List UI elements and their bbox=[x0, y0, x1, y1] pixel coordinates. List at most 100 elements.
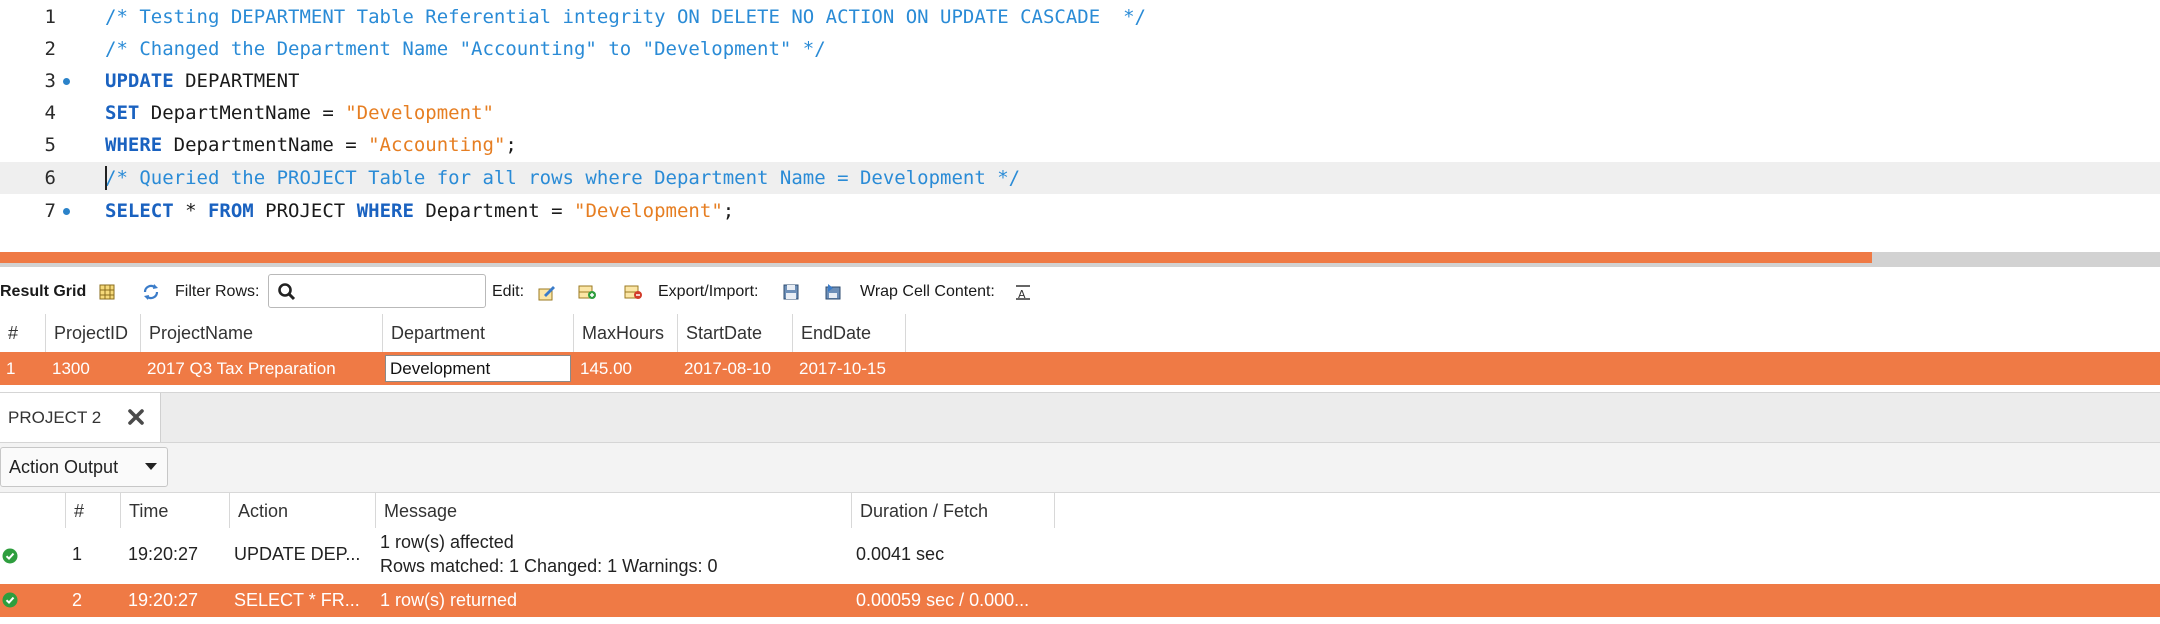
output-message-detail: Rows matched: 1 Changed: 1 Warnings: 0 bbox=[380, 556, 718, 576]
output-type-select[interactable]: Action Output bbox=[0, 447, 168, 487]
column-header[interactable]: # bbox=[0, 314, 46, 352]
output-number: 1 bbox=[72, 544, 83, 564]
column-header[interactable]: EndDate bbox=[793, 314, 906, 352]
table-cell[interactable]: 2017 Q3 Tax Preparation bbox=[141, 352, 383, 385]
output-row[interactable]: 1 19:20:27 UPDATE DEP... 1 row(s) affect… bbox=[0, 528, 2160, 584]
column-header[interactable]: MaxHours bbox=[574, 314, 678, 352]
sql-identifier: DepartmentName = bbox=[162, 134, 369, 156]
edit-label: Edit: bbox=[492, 283, 525, 300]
column-header[interactable]: Action bbox=[230, 493, 376, 529]
output-duration: 0.00059 sec / 0.000... bbox=[856, 590, 1030, 610]
output-duration: 0.0041 sec bbox=[856, 544, 945, 564]
close-icon[interactable] bbox=[124, 405, 148, 429]
table-cell[interactable]: 1 bbox=[0, 352, 46, 385]
sql-identifier: Department = bbox=[413, 200, 575, 222]
output-status-column bbox=[0, 493, 66, 529]
filter-rows-label: Filter Rows: bbox=[175, 283, 260, 300]
output-message: 1 row(s) returned bbox=[380, 590, 518, 610]
table-cell-editor[interactable]: Development bbox=[385, 355, 571, 382]
success-check-icon bbox=[2, 592, 18, 608]
line-number: 6 bbox=[44, 167, 56, 189]
export-icon[interactable] bbox=[782, 283, 800, 301]
output-type-value: Action Output bbox=[9, 457, 119, 477]
column-header[interactable]: ProjectID bbox=[46, 314, 141, 352]
output-action: SELECT * FR... bbox=[234, 590, 360, 610]
chevron-down-icon bbox=[145, 463, 157, 470]
column-header[interactable]: Duration / Fetch bbox=[852, 493, 1055, 529]
grid-view-icon[interactable] bbox=[98, 283, 116, 301]
column-header[interactable]: Department bbox=[383, 314, 574, 352]
table-cell[interactable]: 1300 bbox=[46, 352, 141, 385]
output-toolbar: Action Output bbox=[0, 442, 2160, 493]
column-header[interactable]: StartDate bbox=[678, 314, 793, 352]
line-number: 3 bbox=[44, 70, 56, 92]
sql-string: "Development" bbox=[574, 200, 723, 222]
sql-identifier: DepartMentName = bbox=[139, 102, 346, 124]
code-line-2[interactable]: 2 /* Changed the Department Name "Accoun… bbox=[0, 33, 2160, 65]
column-header[interactable]: Message bbox=[376, 493, 852, 529]
line-number: 5 bbox=[44, 134, 56, 156]
edit-cell-icon[interactable] bbox=[538, 283, 556, 301]
line-number: 4 bbox=[44, 102, 56, 124]
code-line-5[interactable]: 5 WHERE DepartmentName = "Accounting"; bbox=[0, 129, 2160, 161]
table-cell[interactable]: 2017-08-10 bbox=[678, 352, 793, 385]
sql-keyword: SELECT bbox=[105, 200, 174, 222]
editor-horizontal-scrollbar[interactable] bbox=[0, 252, 2160, 267]
output-row[interactable]: 2 19:20:27 SELECT * FR... 1 row(s) retur… bbox=[0, 584, 2160, 617]
sql-identifier: PROJECT bbox=[253, 200, 357, 222]
code-line-6[interactable]: 6 /* Queried the PROJECT Table for all r… bbox=[0, 162, 2160, 194]
filter-rows-input[interactable] bbox=[268, 274, 486, 308]
sql-statement: SELECT * FROM PROJECT WHERE Department =… bbox=[105, 195, 734, 227]
result-grid-label: Result Grid bbox=[0, 283, 87, 300]
success-check-icon bbox=[2, 548, 18, 564]
column-header[interactable]: # bbox=[66, 493, 121, 529]
sql-keyword: UPDATE bbox=[105, 70, 174, 92]
delete-row-icon[interactable] bbox=[624, 283, 642, 301]
code-line-4[interactable]: 4 SET DepartMentName = "Development" bbox=[0, 97, 2160, 129]
column-header[interactable]: Time bbox=[121, 493, 230, 529]
line-number: 2 bbox=[44, 38, 56, 60]
add-row-icon[interactable] bbox=[578, 283, 596, 301]
sql-editor[interactable]: 1 /* Testing DEPARTMENT Table Referentia… bbox=[0, 0, 2160, 252]
import-icon[interactable] bbox=[824, 283, 842, 301]
sql-comment: /* Queried the PROJECT Table for all row… bbox=[105, 167, 1021, 189]
sql-keyword: WHERE bbox=[356, 200, 414, 222]
sql-statement: WHERE DepartmentName = "Accounting"; bbox=[105, 129, 517, 161]
table-cell[interactable]: 145.00 bbox=[574, 352, 678, 385]
code-line-1[interactable]: 1 /* Testing DEPARTMENT Table Referentia… bbox=[0, 1, 2160, 33]
wrap-text-icon[interactable]: A bbox=[1014, 283, 1032, 301]
sql-statement: SET DepartMentName = "Development" bbox=[105, 97, 494, 129]
sql-identifier: DEPARTMENT bbox=[173, 70, 300, 92]
sql-semicolon: ; bbox=[722, 200, 735, 222]
text-cursor bbox=[105, 166, 107, 190]
sql-comment: /* Testing DEPARTMENT Table Referential … bbox=[105, 6, 1146, 28]
statement-marker-icon bbox=[63, 208, 70, 215]
tab-project-2[interactable]: PROJECT 2 bbox=[0, 393, 161, 443]
wrap-cell-content-label: Wrap Cell Content: bbox=[860, 283, 995, 300]
export-import-label: Export/Import: bbox=[658, 283, 759, 300]
line-number: 1 bbox=[44, 6, 56, 28]
result-grid-header: # ProjectID ProjectName Department MaxHo… bbox=[0, 314, 2160, 352]
sql-comment: /* Changed the Department Name "Accounti… bbox=[105, 38, 826, 60]
sql-keyword: WHERE bbox=[105, 134, 163, 156]
output-time: 19:20:27 bbox=[128, 590, 199, 610]
sql-keyword: FROM bbox=[207, 200, 254, 222]
output-action: UPDATE DEP... bbox=[234, 544, 361, 564]
scrollbar-thumb[interactable] bbox=[0, 252, 1872, 263]
code-line-3[interactable]: 3 UPDATE DEPARTMENT bbox=[0, 65, 2160, 97]
output-number: 2 bbox=[72, 590, 83, 610]
search-icon bbox=[278, 283, 296, 301]
sql-identifier: * bbox=[173, 200, 208, 222]
sql-semicolon: ; bbox=[505, 134, 517, 156]
table-cell[interactable]: 2017-10-15 bbox=[793, 352, 906, 385]
refresh-icon[interactable] bbox=[142, 283, 160, 301]
output-header: # Time Action Message Duration / Fetch bbox=[0, 492, 2160, 529]
table-row[interactable]: 1 1300 2017 Q3 Tax Preparation Developme… bbox=[0, 352, 2160, 385]
sql-statement: UPDATE DEPARTMENT bbox=[105, 65, 299, 97]
code-line-7[interactable]: 7 SELECT * FROM PROJECT WHERE Department… bbox=[0, 195, 2160, 227]
sql-string: "Development" bbox=[345, 102, 494, 124]
line-number: 7 bbox=[44, 200, 56, 222]
sql-string: "Accounting" bbox=[368, 134, 506, 156]
output-message: 1 row(s) affected bbox=[380, 532, 514, 552]
column-header[interactable]: ProjectName bbox=[141, 314, 383, 352]
